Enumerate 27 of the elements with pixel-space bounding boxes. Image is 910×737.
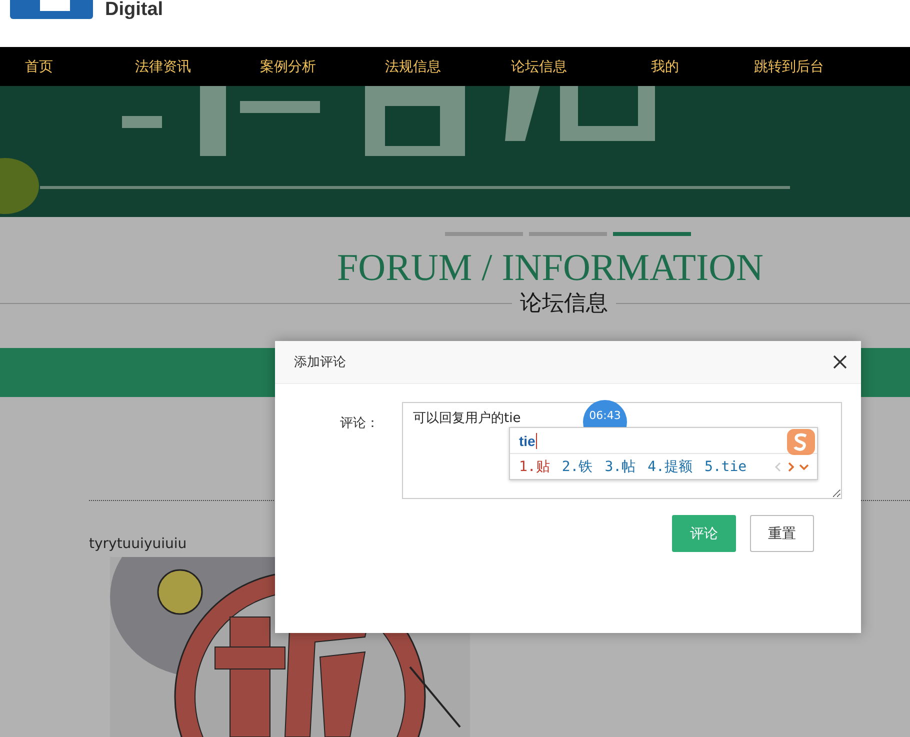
field-label: 评论： [339,415,379,433]
nav-link[interactable]: 首页 [25,58,135,76]
nav-link[interactable]: 法规信息 [385,58,511,76]
chevron-down-icon[interactable] [799,462,809,472]
logo-text: Digital [105,0,164,19]
reset-button[interactable]: 重置 [750,515,814,552]
ime-candidate[interactable]: 5.tie [704,459,747,475]
ime-composition: tie [519,432,538,448]
ime-candidate[interactable]: 1.贴 [519,458,550,476]
carousel-indicator[interactable] [613,232,691,236]
ime-candidate[interactable]: 3.帖 [604,458,636,476]
close-icon[interactable] [833,355,847,369]
nav-link[interactable]: 论坛信息 [511,58,651,76]
ime-candidate[interactable]: 4.提额 [648,458,692,476]
section-subtitle: 论坛信息 [519,290,609,318]
ime-candidate[interactable]: 2.铁 [562,458,593,476]
nav-link[interactable]: 我的 [651,58,754,76]
next-icon[interactable] [786,462,796,472]
nav-link[interactable]: 法律资讯 [135,58,260,76]
dialog-title: 添加评论 [294,354,346,371]
previous-icon[interactable] [773,462,783,472]
nav-link[interactable]: 跳转到后台 [754,58,910,76]
section-title: FORUM / INFORMATION [337,246,764,290]
nav-link[interactable]: 案例分析 [260,58,385,76]
carousel-indicator[interactable] [445,232,523,236]
carousel-indicator[interactable] [529,232,607,236]
post-author: tyrytuuiyuiuiu [89,536,188,552]
